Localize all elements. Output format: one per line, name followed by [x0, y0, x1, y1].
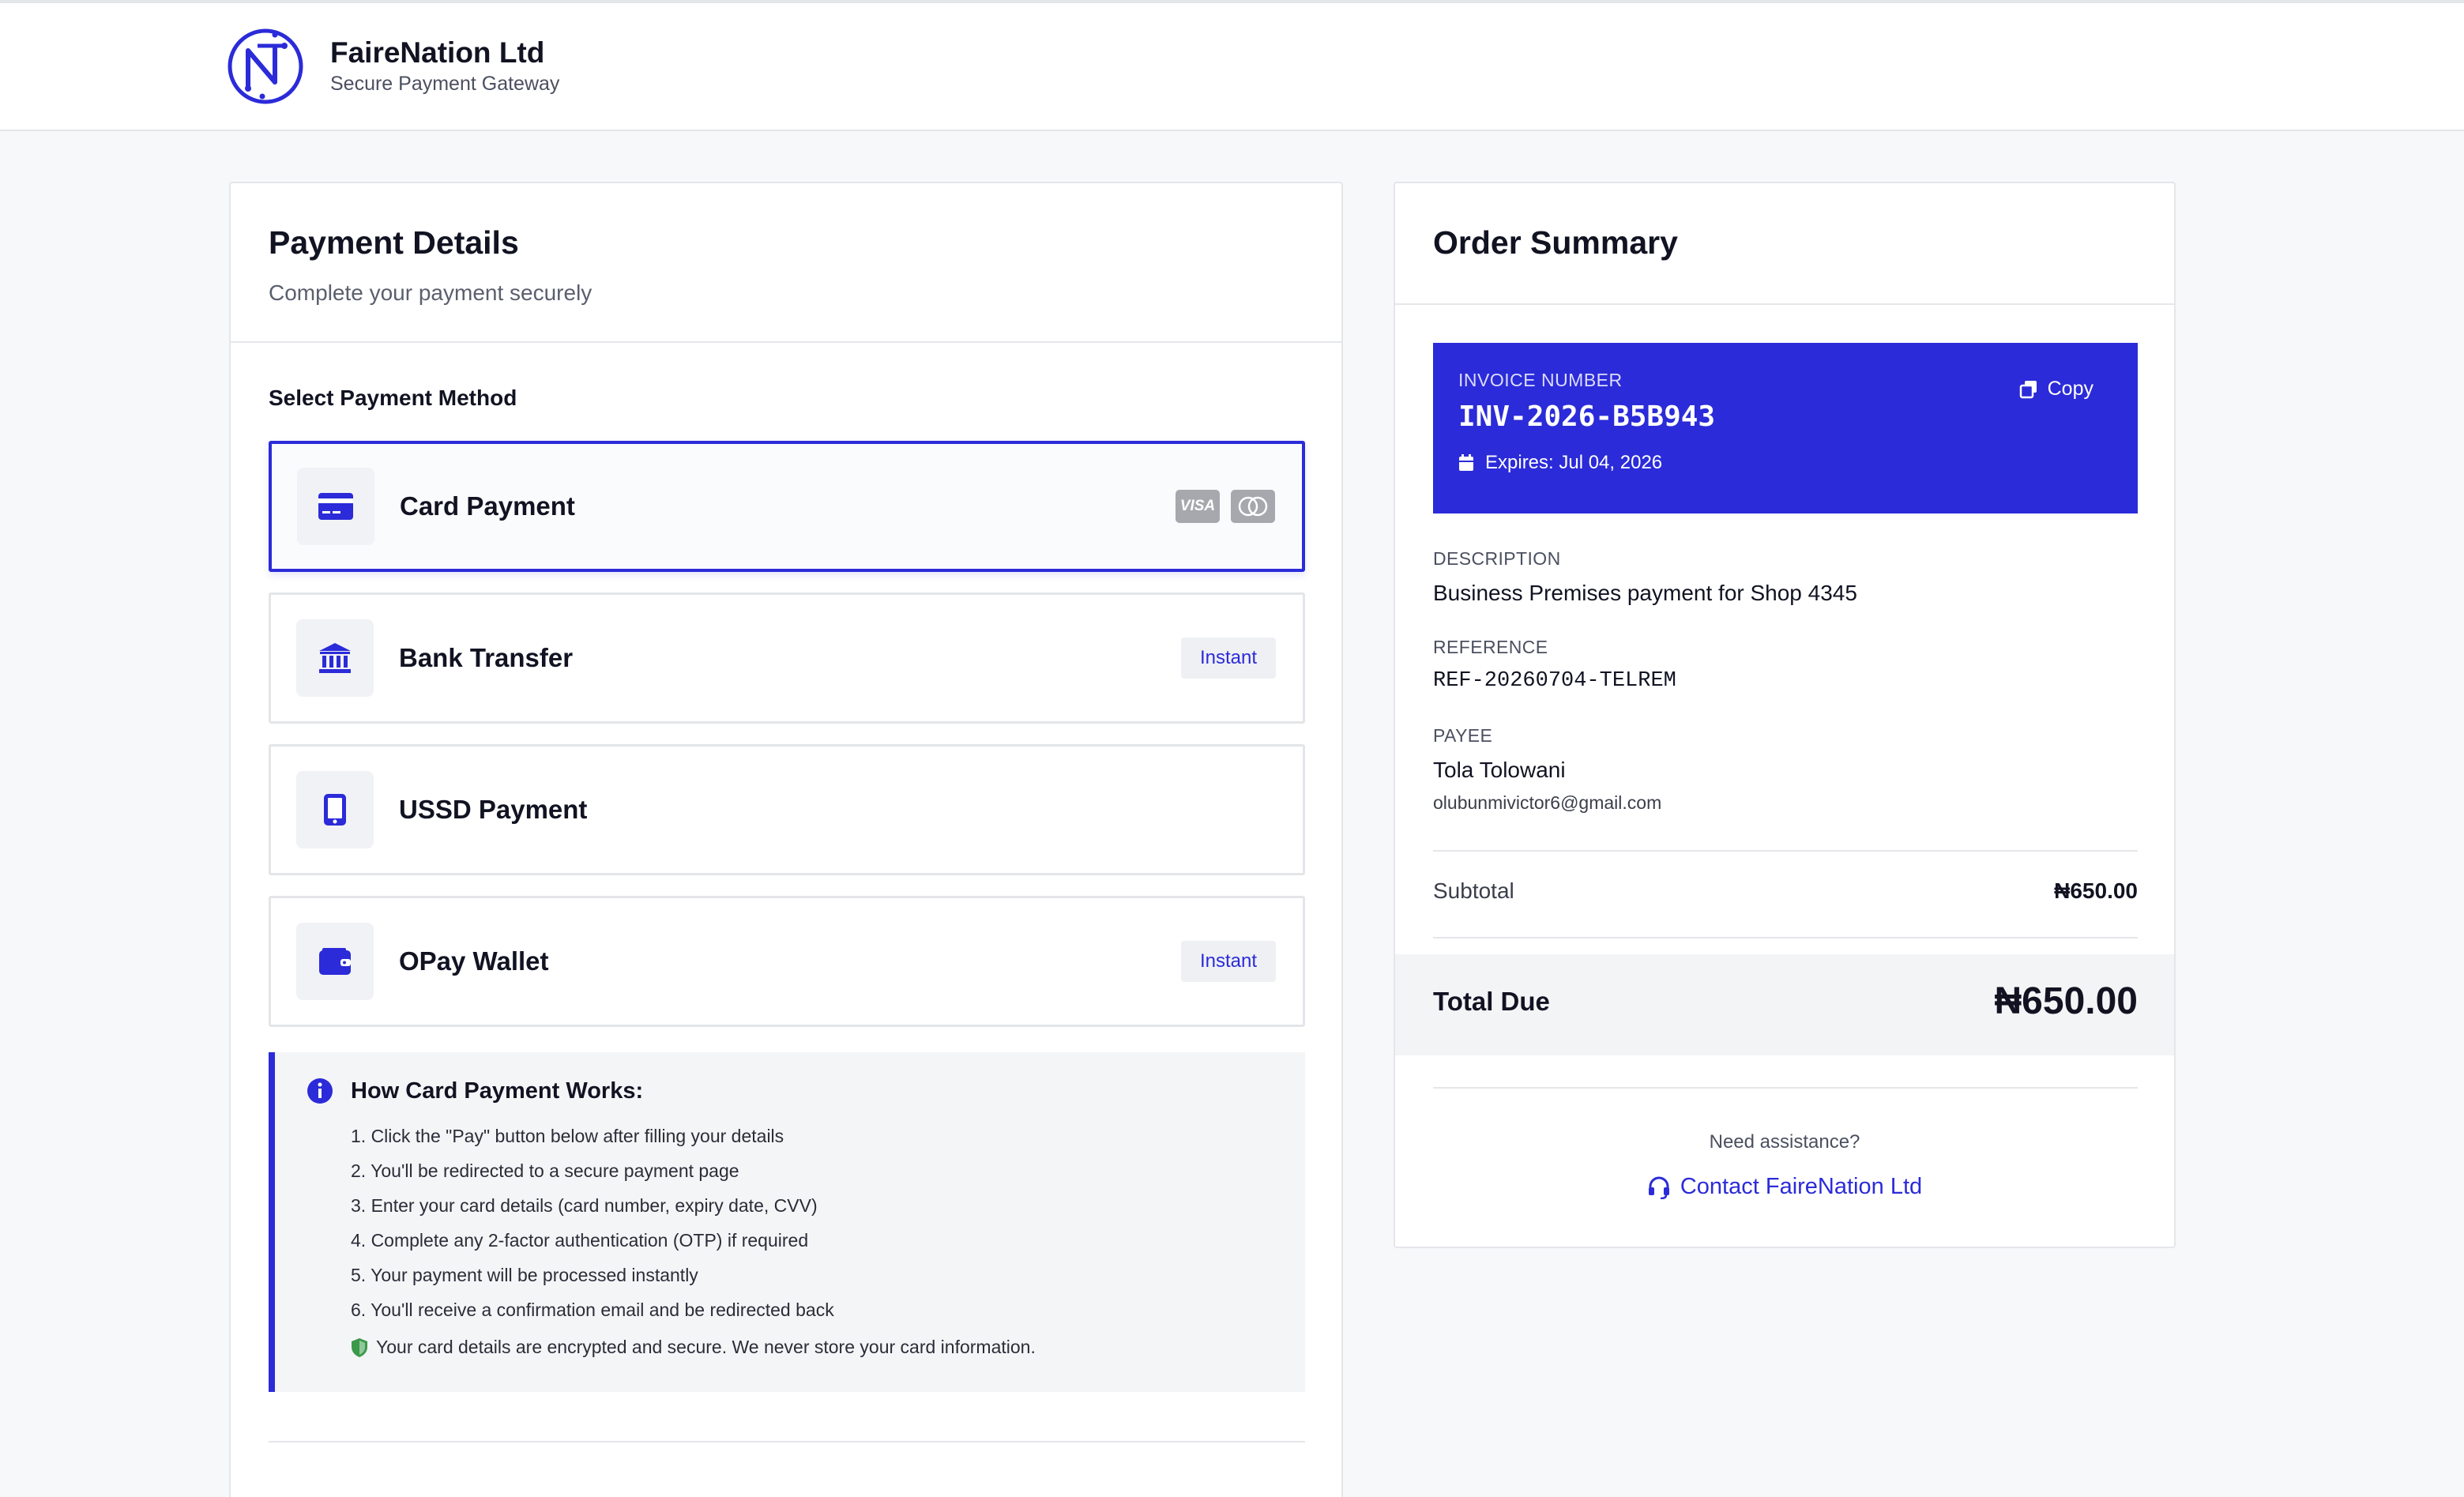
- reference-label: REFERENCE: [1433, 637, 1548, 657]
- headset-icon: [1648, 1176, 1669, 1199]
- payee-email: olubunmivictor6@gmail.com: [1433, 792, 1662, 813]
- payment-details-card: Payment Details Complete your payment se…: [229, 182, 1343, 1497]
- payee-name: Tola Tolowani: [1433, 758, 1566, 782]
- divider: [1433, 937, 2138, 938]
- method-ussd-payment[interactable]: USSD Payment: [269, 744, 1305, 875]
- payment-details-subtitle: Complete your payment securely: [269, 280, 592, 305]
- description-value: Business Premises payment for Shop 4345: [1433, 581, 1857, 605]
- info-title: How Card Payment Works:: [351, 1078, 644, 1104]
- info-step: 4. Complete any 2-factor authentication …: [351, 1230, 809, 1251]
- wallet-icon: [296, 923, 374, 1000]
- method-label: Card Payment: [400, 491, 575, 521]
- subtotal-row: Subtotal ₦650.00: [1433, 878, 2138, 904]
- info-icon: [307, 1078, 333, 1104]
- brand-name: FaireNation Ltd: [330, 36, 545, 70]
- instant-badge: Instant: [1180, 941, 1276, 982]
- contact-link[interactable]: Contact FaireNation Ltd: [1647, 1174, 1922, 1200]
- instant-badge: Instant: [1180, 638, 1276, 679]
- reference-value: REF-20260704-TELREM: [1433, 669, 1676, 693]
- payment-details-title: Payment Details: [269, 224, 519, 261]
- payee-block: PAYEE Tola Tolowani olubunmivictor6@gmai…: [1433, 725, 1661, 814]
- method-label: Bank Transfer: [399, 643, 574, 672]
- method-opay-wallet[interactable]: OPay Wallet Instant: [269, 896, 1305, 1027]
- invoice-panel: INVOICE NUMBER INV-2026-B5B943 Expires: …: [1433, 343, 2138, 513]
- info-step: 6. You'll receive a confirmation email a…: [351, 1300, 834, 1320]
- subtotal-value: ₦650.00: [2054, 878, 2138, 903]
- description-block: DESCRIPTION Business Premises payment fo…: [1433, 548, 1857, 606]
- brand[interactable]: FaireNation Ltd Secure Payment Gateway: [226, 27, 559, 106]
- info-step: 5. Your payment will be processed instan…: [351, 1265, 698, 1285]
- divider: [1433, 1087, 2138, 1089]
- invoice-number: INV-2026-B5B943: [1458, 401, 1716, 433]
- credit-card-icon: [297, 468, 374, 545]
- copy-icon: [2019, 380, 2037, 398]
- total-due-value: ₦650.00: [1994, 980, 2138, 1022]
- mobile-phone-icon: [296, 771, 374, 848]
- method-bank-transfer[interactable]: Bank Transfer Instant: [269, 592, 1305, 724]
- description-label: DESCRIPTION: [1433, 548, 1561, 569]
- order-summary-header: Order Summary: [1395, 183, 2174, 305]
- order-summary-card: Order Summary INVOICE NUMBER INV-2026-B5…: [1394, 182, 2176, 1248]
- bank-icon: [296, 619, 374, 697]
- brand-subtitle: Secure Payment Gateway: [330, 72, 560, 95]
- security-note-text: Your card details are encrypted and secu…: [376, 1337, 1036, 1357]
- security-note: Your card details are encrypted and secu…: [351, 1337, 1273, 1358]
- total-due-label: Total Due: [1433, 986, 1550, 1016]
- visa-logo-icon: VISA: [1176, 490, 1220, 523]
- method-label: USSD Payment: [399, 795, 588, 824]
- total-due-row: Total Due ₦650.00: [1433, 980, 2138, 1023]
- info-step: 1. Click the "Pay" button below after fi…: [351, 1126, 784, 1146]
- fairenation-logo-icon: [228, 28, 303, 104]
- select-method-label: Select Payment Method: [269, 386, 517, 410]
- copy-label: Copy: [2047, 378, 2093, 400]
- method-label: OPay Wallet: [399, 946, 549, 976]
- invoice-number-label: INVOICE NUMBER: [1458, 370, 1623, 390]
- card-payment-info: How Card Payment Works: 1. Click the "Pa…: [269, 1052, 1305, 1392]
- divider: [269, 1441, 1305, 1442]
- method-card-payment[interactable]: Card Payment VISA: [269, 441, 1305, 572]
- info-steps-list: 1. Click the "Pay" button below after fi…: [351, 1119, 1273, 1327]
- top-header: FaireNation Ltd Secure Payment Gateway: [0, 0, 2464, 131]
- invoice-expiry: Expires: Jul 04, 2026: [1458, 452, 2112, 474]
- info-step: 3. Enter your card details (card number,…: [351, 1195, 818, 1216]
- mastercard-logo-icon: [1231, 490, 1275, 523]
- need-assistance-text: Need assistance?: [1709, 1131, 1860, 1153]
- assistance-section: Need assistance? Contact FaireNation Ltd: [1395, 1131, 2174, 1203]
- payee-label: PAYEE: [1433, 725, 1493, 746]
- calendar-icon: [1459, 454, 1473, 471]
- reference-block: REFERENCE REF-20260704-TELREM: [1433, 637, 1676, 693]
- invoice-expiry-text: Expires: Jul 04, 2026: [1485, 452, 1663, 473]
- contact-label: Contact FaireNation Ltd: [1680, 1174, 1923, 1199]
- subtotal-label: Subtotal: [1433, 878, 1514, 903]
- order-summary-title: Order Summary: [1433, 224, 1678, 261]
- copy-invoice-button[interactable]: Copy: [2019, 378, 2093, 401]
- info-step: 2. You'll be redirected to a secure paym…: [351, 1160, 739, 1181]
- payment-details-header: Payment Details Complete your payment se…: [231, 183, 1341, 343]
- shield-icon: [352, 1337, 367, 1357]
- divider: [1433, 850, 2138, 852]
